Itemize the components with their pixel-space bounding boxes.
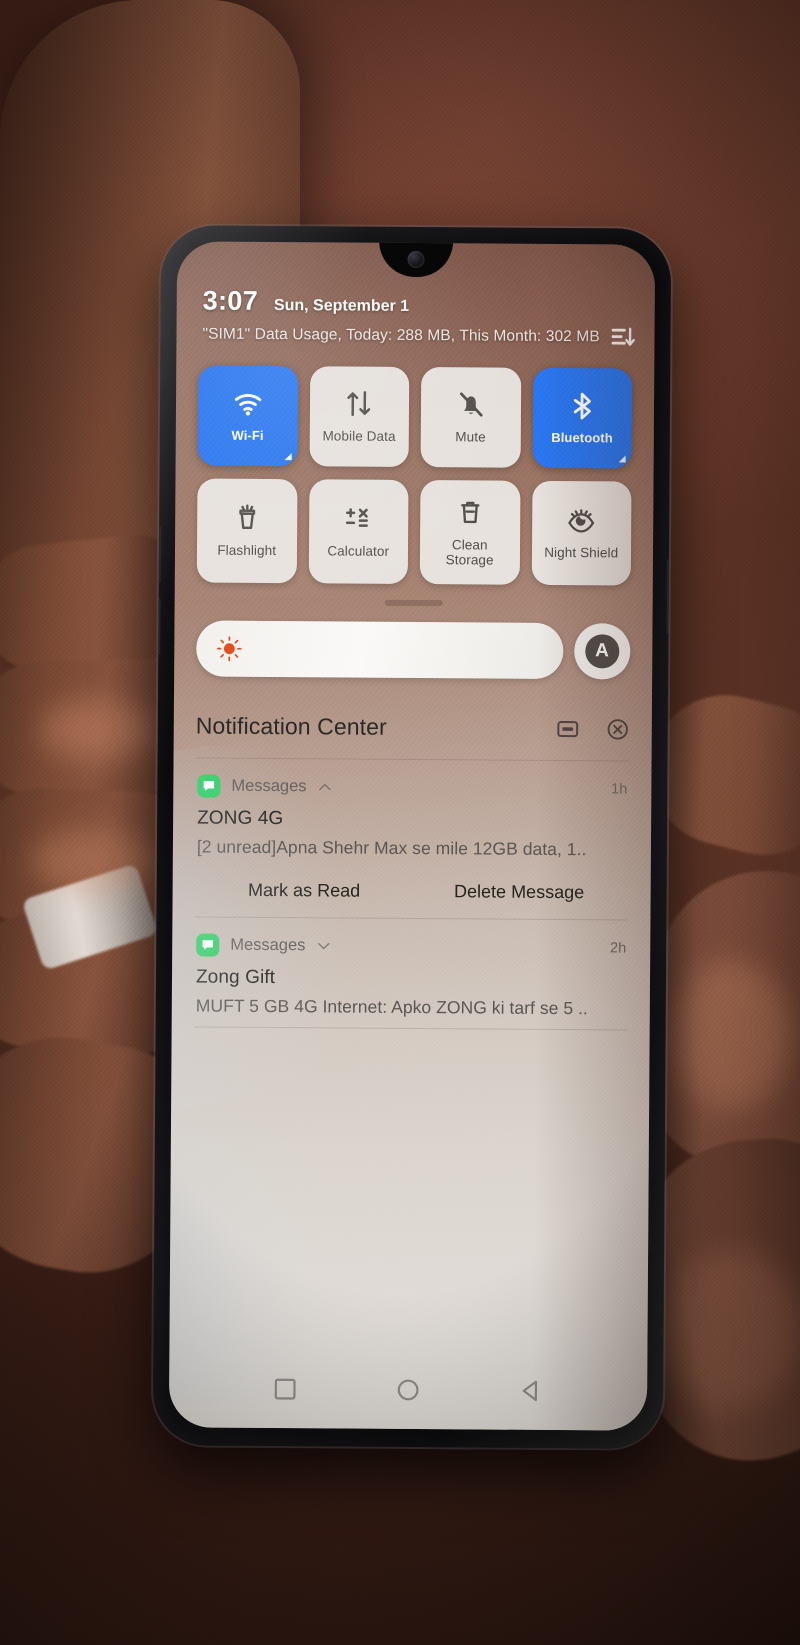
front-camera-lens <box>407 250 425 269</box>
clear-all-icon[interactable] <box>606 717 630 741</box>
bell-mute-icon <box>459 392 483 418</box>
notification-actions: Mark as Read Delete Message <box>197 879 627 903</box>
notification-center-header: Notification Center <box>196 712 630 742</box>
chat-bubble-glyph <box>202 940 214 950</box>
screen-bottom-fade <box>168 1307 648 1431</box>
calculator-icon <box>346 508 369 528</box>
messages-icon <box>196 933 220 957</box>
data-usage-text: "SIM1" Data Usage, Today: 288 MB, This M… <box>202 325 600 346</box>
triangle-back-icon[interactable] <box>518 1378 544 1404</box>
sun-icon <box>216 636 242 662</box>
phone-device: 3:07 Sun, September 1 "SIM1" Data Usage,… <box>152 225 672 1449</box>
square-recents-icon[interactable] <box>272 1376 298 1402</box>
auto-brightness-label: A <box>585 634 620 669</box>
night-eye-icon <box>568 509 595 533</box>
tile-calculator[interactable]: Calculator <box>308 479 409 584</box>
header-icons <box>610 324 655 351</box>
brightness-row: A <box>196 620 631 680</box>
list-sort-icon[interactable] <box>610 324 636 350</box>
tile-label: Calculator <box>327 543 390 560</box>
notification-time: 2h <box>610 939 627 956</box>
tile-label: Flashlight <box>217 543 277 559</box>
delete-message-button[interactable]: Delete Message <box>412 881 627 904</box>
date-label: Sun, September 1 <box>273 297 410 315</box>
auto-brightness-button[interactable]: A <box>574 623 631 680</box>
notification-title: Zong Gift <box>195 966 276 989</box>
tile-wifi[interactable]: Wi-Fi <box>197 365 298 467</box>
notification-center-actions <box>556 717 630 742</box>
tile-flashlight[interactable]: Flashlight <box>196 478 297 584</box>
panel-drag-handle[interactable] <box>384 599 443 607</box>
tile-mobile-data[interactable]: Mobile Data <box>309 366 410 467</box>
notification-item[interactable]: Messages 1h ZONG 4G [2 unread]Apna Shehr… <box>194 758 629 919</box>
tile-night-shield[interactable]: Night Shield <box>531 480 632 586</box>
time-row: 3:07 Sun, September 1 <box>203 286 629 320</box>
data-usage-row: "SIM1" Data Usage, Today: 288 MB, This M… <box>202 322 636 351</box>
notification-body: [2 unread]Apna Shehr Max se mile 12GB da… <box>196 836 587 860</box>
circle-home-icon[interactable] <box>395 1377 421 1403</box>
tile-clean-storage[interactable]: Clean Storage <box>419 480 520 585</box>
quick-settings-grid: Wi-Fi Mobile Data Mute Bluetooth Flashli… <box>196 365 633 586</box>
notification-header: Messages 2h <box>196 933 626 959</box>
tile-label: Clean Storage <box>445 537 494 568</box>
notification-app-name: Messages <box>231 776 307 796</box>
mark-as-read-button[interactable]: Mark as Read <box>197 879 412 902</box>
brightness-slider[interactable] <box>196 620 564 680</box>
wifi-icon <box>234 393 261 416</box>
notification-body: MUFT 5 GB 4G Internet: Apko ZONG ki tarf… <box>195 995 588 1019</box>
bluetooth-icon <box>574 392 592 420</box>
trash-icon <box>460 501 480 524</box>
navigation-bar <box>169 1375 647 1404</box>
chat-bubble-glyph <box>203 781 215 791</box>
flashlight-icon <box>239 504 255 530</box>
tile-label: Mute <box>455 429 486 445</box>
tile-bluetooth[interactable]: Bluetooth <box>532 367 633 469</box>
clock: 3:07 <box>202 285 259 316</box>
screen-glare <box>168 1047 435 1406</box>
notification-settings-icon[interactable] <box>556 717 580 741</box>
notification-title: ZONG 4G <box>197 807 284 830</box>
tile-label: Wi-Fi <box>231 427 264 443</box>
tile-label: Night Shield <box>544 545 619 561</box>
notification-time: 1h <box>611 780 628 798</box>
page-title: Notification Center <box>195 712 387 740</box>
tile-label: Mobile Data <box>322 428 396 445</box>
messages-icon <box>197 774 221 798</box>
tile-label: Bluetooth <box>551 429 613 446</box>
notification-item[interactable]: Messages 2h Zong Gift MUFT 5 GB 4G Inter… <box>194 917 629 1029</box>
notification-list: Messages 1h ZONG 4G [2 unread]Apna Shehr… <box>193 757 630 1031</box>
mobile-data-icon <box>347 391 371 417</box>
power-button[interactable] <box>666 558 672 635</box>
notification-header: Messages 1h <box>197 774 628 801</box>
chevron-down-icon[interactable] <box>316 938 331 953</box>
photo-scene: 3:07 Sun, September 1 "SIM1" Data Usage,… <box>0 0 800 1645</box>
notification-app-name: Messages <box>230 935 306 955</box>
chevron-up-icon[interactable] <box>317 779 332 794</box>
phone-screen: 3:07 Sun, September 1 "SIM1" Data Usage,… <box>168 241 656 1431</box>
tile-mute[interactable]: Mute <box>420 367 521 468</box>
